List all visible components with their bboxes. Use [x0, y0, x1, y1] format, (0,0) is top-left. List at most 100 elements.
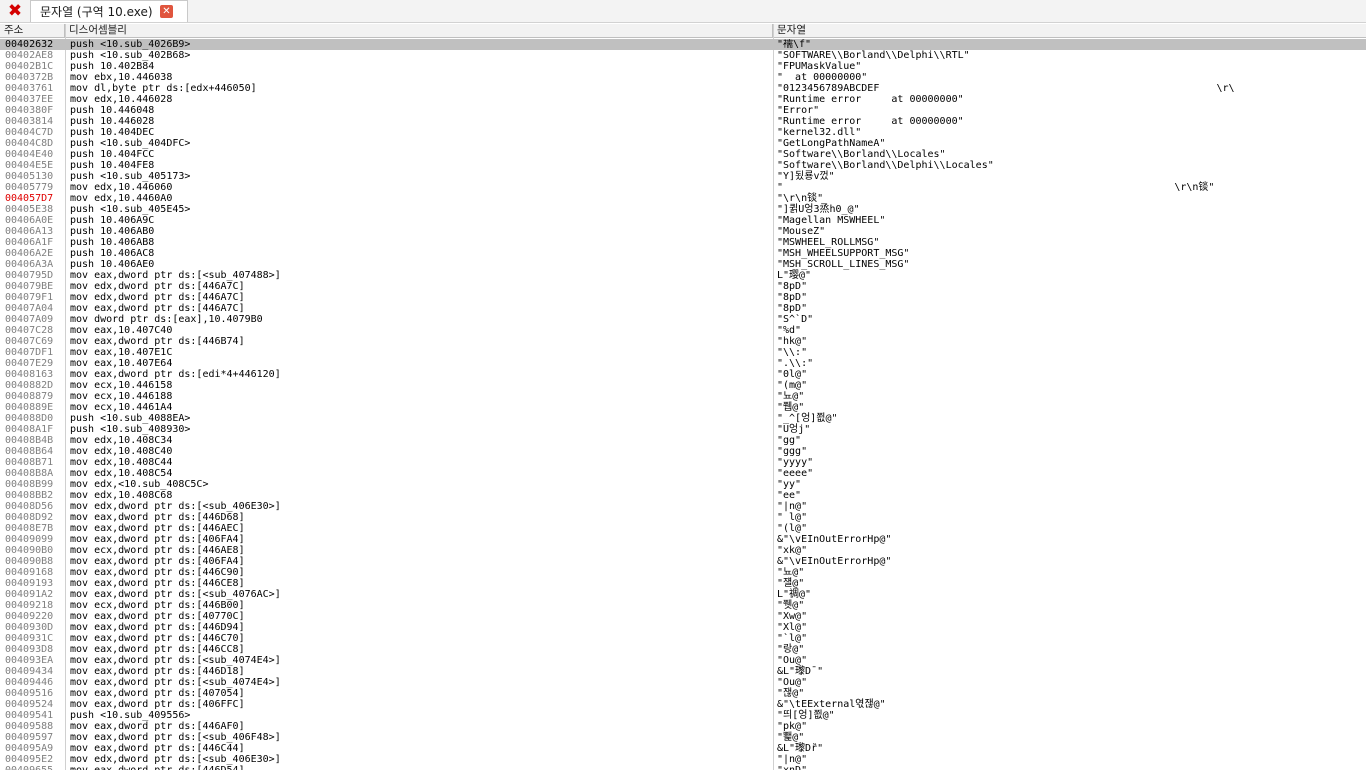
column-header-disassembly[interactable]: 디스어셈블리 [65, 24, 773, 38]
row-address: 00406A0E [5, 215, 54, 226]
table-row[interactable]: 00407A09 mov dword ptr ds:[eax],10.4079B0… [0, 314, 1366, 325]
table-row[interactable]: 00407C28 mov eax,10.407C40 "%d" [0, 325, 1366, 336]
row-string: " at 00000000" [777, 72, 868, 83]
table-row[interactable]: 00409597 mov eax,dword ptr ds:[<sub_406F4… [0, 732, 1366, 743]
table-row[interactable]: 00409099 mov eax,dword ptr ds:[406FA4] &"\… [0, 534, 1366, 545]
table-row[interactable]: 004095E2 mov edx,dword ptr ds:[<sub_406E3… [0, 754, 1366, 765]
row-disassembly: mov eax,dword ptr ds:[446D18] [70, 666, 245, 677]
table-row[interactable]: 00408BB2 mov edx,10.408C68 "ee" [0, 490, 1366, 501]
column-header-string[interactable]: 문자열 [773, 24, 1366, 38]
table-row[interactable]: 00409193 mov eax,dword ptr ds:[446CE8] "쟬@… [0, 578, 1366, 589]
table-row[interactable]: 00408B8A mov edx,10.408C54 "eeee" [0, 468, 1366, 479]
row-string: "gg" [777, 435, 802, 446]
row-address: 00409434 [5, 666, 54, 677]
table-row[interactable]: 00409516 mov eax,dword ptr ds:[407054] "잲@… [0, 688, 1366, 699]
table-row[interactable]: 00407C69 mov eax,dword ptr ds:[446B74] "hk… [0, 336, 1366, 347]
table-row[interactable]: 00404E40 push 10.404FCC "Software\\Borland… [0, 149, 1366, 160]
table-row[interactable]: 00409588 mov eax,dword ptr ds:[446AF0] "pk… [0, 721, 1366, 732]
row-disassembly: push 10.406AC8 [70, 248, 155, 259]
table-row[interactable]: 00405779 mov edx,10.446060 " \r\n锬" [0, 182, 1366, 193]
table-row[interactable]: 00405E38 push <10.sub_405E45> "]퀽U엉3烝h0_@" [0, 204, 1366, 215]
row-string: "|n@" [777, 501, 808, 512]
table-row[interactable]: 0040380F push 10.446048 "Error" [0, 105, 1366, 116]
table-row[interactable]: 00409541 push <10.sub_409556> "띄[엉]쬢@" [0, 710, 1366, 721]
row-disassembly: mov eax,10.407C40 [70, 325, 173, 336]
row-address: 004057D7 [5, 193, 54, 204]
row-disassembly: mov edx,10.408C34 [70, 435, 173, 446]
row-string: "Software\\Borland\\Delphi\\Locales" [777, 160, 994, 171]
table-row[interactable]: 00404C8D push <10.sub_404DFC> "GetLongPath… [0, 138, 1366, 149]
tab-strings[interactable]: 문자열 (구역 10.exe) ✕ [30, 0, 188, 22]
row-address: 00403761 [5, 83, 54, 94]
table-row[interactable]: 00408B4B mov edx,10.408C34 "gg" [0, 435, 1366, 446]
table-row[interactable]: 00409220 mov eax,dword ptr ds:[40770C] "Xw… [0, 611, 1366, 622]
table-row[interactable]: 004095A9 mov eax,dword ptr ds:[446C44] &L"… [0, 743, 1366, 754]
table-row[interactable]: 00403761 mov dl,byte ptr ds:[edx+446050] "… [0, 83, 1366, 94]
row-string: "\\:" [777, 347, 808, 358]
table-row[interactable]: 00408163 mov eax,dword ptr ds:[edi*4+4461… [0, 369, 1366, 380]
row-address: 00409193 [5, 578, 54, 589]
table-row[interactable]: 00403814 push 10.446028 "Runtime error at … [0, 116, 1366, 127]
row-address: 00409220 [5, 611, 54, 622]
row-disassembly: mov ecx,10.4461A4 [70, 402, 173, 413]
strings-list[interactable]: 00402632 push <10.sub_4026B9> "襦\f" 00402AE… [0, 39, 1366, 770]
table-row[interactable]: 004079BE mov edx,dword ptr ds:[446A7C] "8p… [0, 281, 1366, 292]
table-row[interactable]: 004079F1 mov edx,dword ptr ds:[446A7C] "8p… [0, 292, 1366, 303]
table-row[interactable]: 00407A04 mov eax,dword ptr ds:[446A7C] "8p… [0, 303, 1366, 314]
table-row[interactable]: 00408D56 mov edx,dword ptr ds:[<sub_406E3… [0, 501, 1366, 512]
table-row[interactable]: 00407DF1 mov eax,10.407E1C "\\:" [0, 347, 1366, 358]
table-row[interactable]: 004090B8 mov eax,dword ptr ds:[406FA4] &"\… [0, 556, 1366, 567]
table-row[interactable]: 004093D8 mov eax,dword ptr ds:[446CC8] "랑@… [0, 644, 1366, 655]
table-row[interactable]: 00408B71 mov edx,10.408C44 "yyyy" [0, 457, 1366, 468]
row-string: "Software\\Borland\\Locales" [777, 149, 946, 160]
table-row[interactable]: 00409218 mov ecx,dword ptr ds:[446B00] "쮓@… [0, 600, 1366, 611]
table-row[interactable]: 00408D92 mov eax,dword ptr ds:[446D68] " l… [0, 512, 1366, 523]
row-address: 00406A2E [5, 248, 54, 259]
close-icon[interactable]: ✖ [3, 2, 27, 21]
row-address: 004095E2 [5, 754, 54, 765]
table-row[interactable]: 00409524 mov eax,dword ptr ds:[406FFC] &"\… [0, 699, 1366, 710]
table-row[interactable]: 0040930D mov eax,dword ptr ds:[446D94] "Xl… [0, 622, 1366, 633]
table-row[interactable]: 004037EE mov edx,10.446028 "Runtime error … [0, 94, 1366, 105]
row-address: 00404C8D [5, 138, 54, 149]
table-row[interactable]: 00406A2E push 10.406AC8 "MSH_WHEELSUPPORT_… [0, 248, 1366, 259]
table-row[interactable]: 004057D7 mov edx,10.4460A0 "\r\n锬" [0, 193, 1366, 204]
table-row[interactable]: 00408A1F push <10.sub_408930> "U엉j" [0, 424, 1366, 435]
row-disassembly: mov eax,dword ptr ds:[446AF0] [70, 721, 245, 732]
table-row[interactable]: 00409434 mov eax,dword ptr ds:[446D18] &L"… [0, 666, 1366, 677]
table-row[interactable]: 00408879 mov ecx,10.446188 "뇨@" [0, 391, 1366, 402]
table-row[interactable]: 004093EA mov eax,dword ptr ds:[<sub_4074E… [0, 655, 1366, 666]
table-row[interactable]: 0040889E mov ecx,10.4461A4 "쮑@" [0, 402, 1366, 413]
table-row[interactable]: 00402B1C push 10.402B84 "FPUMaskValue" [0, 61, 1366, 72]
table-row[interactable]: 00408E7B mov eax,dword ptr ds:[446AEC] "(l… [0, 523, 1366, 534]
row-address: 00409588 [5, 721, 54, 732]
table-row[interactable]: 00409655 mov eax,dword ptr ds:[446D54] "xn… [0, 765, 1366, 770]
table-row[interactable]: 00404E5E push 10.404FE8 "Software\\Borland… [0, 160, 1366, 171]
row-address: 00409099 [5, 534, 54, 545]
table-row[interactable]: 0040931C mov eax,dword ptr ds:[446C70] "`l… [0, 633, 1366, 644]
table-row[interactable]: 00402632 push <10.sub_4026B9> "襦\f" [0, 39, 1366, 50]
table-row[interactable]: 004090B0 mov ecx,dword ptr ds:[446AE8] "xk… [0, 545, 1366, 556]
table-row[interactable]: 0040882D mov ecx,10.446158 "(m@" [0, 380, 1366, 391]
tab-close-icon[interactable]: ✕ [160, 5, 173, 18]
table-row[interactable]: 00408B64 mov edx,10.408C40 "ggg" [0, 446, 1366, 457]
table-row[interactable]: 00404C7D push 10.404DEC "kernel32.dll" [0, 127, 1366, 138]
table-row[interactable]: 0040372B mov ebx,10.446038 " at 00000000" [0, 72, 1366, 83]
table-row[interactable]: 00409446 mov eax,dword ptr ds:[<sub_4074E… [0, 677, 1366, 688]
table-row[interactable]: 00409168 mov eax,dword ptr ds:[446C90] "뇨@… [0, 567, 1366, 578]
table-row[interactable]: 00407E29 mov eax,10.407E64 ".\\:" [0, 358, 1366, 369]
table-row[interactable]: 00406A0E push 10.406A9C "Magellan MSWHEEL" [0, 215, 1366, 226]
table-row[interactable]: 00406A3A push 10.406AE0 "MSH_SCROLL_LINES_… [0, 259, 1366, 270]
table-row[interactable]: 004091A2 mov eax,dword ptr ds:[<sub_4076A… [0, 589, 1366, 600]
table-row[interactable]: 00405130 push <10.sub_405173> "Y]됬룡v껐" [0, 171, 1366, 182]
table-row[interactable]: 0040795D mov eax,dword ptr ds:[<sub_40748… [0, 270, 1366, 281]
column-header-address[interactable]: 주소 [0, 24, 65, 38]
table-row[interactable]: 00406A1F push 10.406AB8 "MSWHEEL_ROLLMSG" [0, 237, 1366, 248]
row-disassembly: mov eax,dword ptr ds:[<sub_4074E4>] [70, 677, 281, 688]
row-string: "쟬@" [777, 578, 805, 589]
table-row[interactable]: 00408B99 mov edx,<10.sub_408C5C> "yy" [0, 479, 1366, 490]
table-row[interactable]: 004088D0 push <10.sub_4088EA> "_^[엉]쬢@" [0, 413, 1366, 424]
table-row[interactable]: 00406A13 push 10.406AB0 "MouseZ" [0, 226, 1366, 237]
table-row[interactable]: 00402AE8 push <10.sub_402B68> "SOFTWARE\\B… [0, 50, 1366, 61]
row-string: "Runtime error at 00000000" [777, 94, 964, 105]
